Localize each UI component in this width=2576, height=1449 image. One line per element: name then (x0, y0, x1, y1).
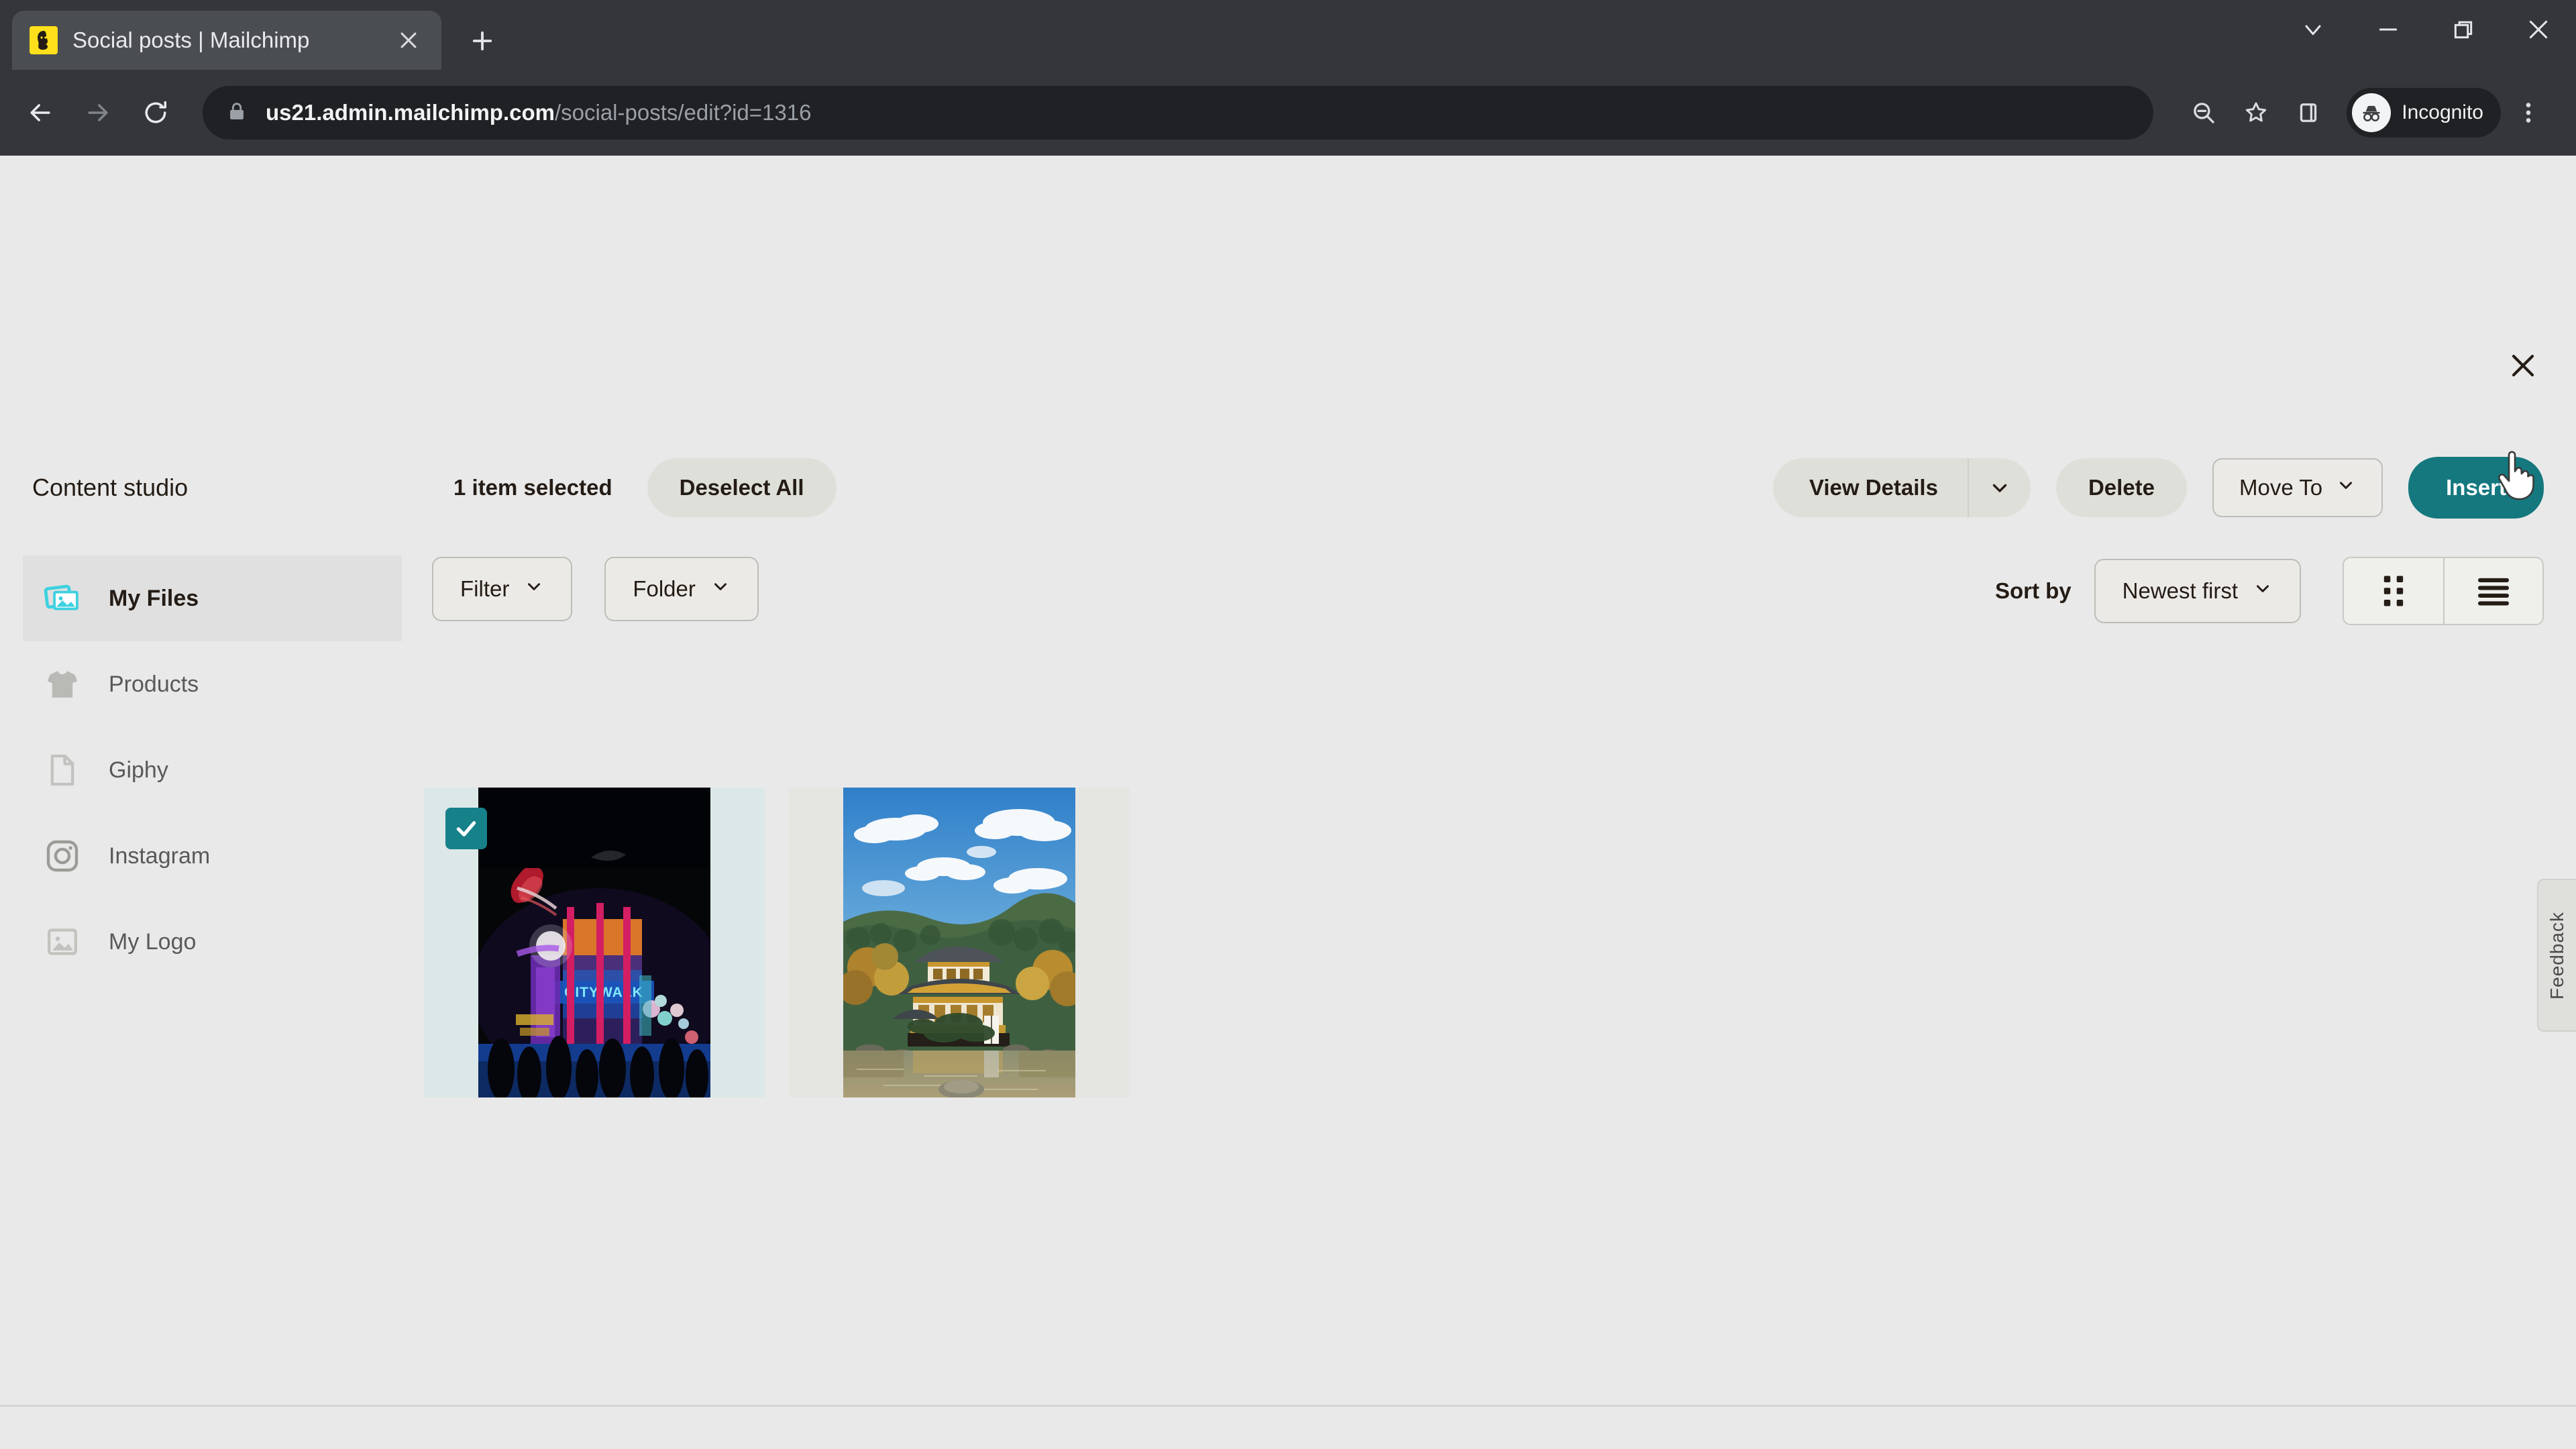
folder-dropdown[interactable]: Folder (604, 557, 759, 621)
sidebar-item-giphy[interactable]: Giphy (23, 727, 402, 813)
bottom-divider (0, 1405, 2576, 1407)
tab-title: Social posts | Mailchimp (72, 28, 310, 52)
sidebar-item-my-logo[interactable]: My Logo (23, 899, 402, 985)
menu-kebab-icon[interactable] (2504, 88, 2553, 138)
feedback-label: Feedback (2546, 911, 2567, 1000)
page-title: Content studio (32, 474, 189, 501)
sort-value-label: Newest first (2122, 578, 2238, 603)
move-to-chevron-down-icon (2336, 475, 2356, 500)
minimize-button[interactable] (2351, 0, 2426, 59)
sort-and-view-controls: Sort by Newest first (1995, 557, 2544, 625)
asset-thumbnail (843, 788, 1075, 1097)
feedback-tab[interactable]: Feedback (2537, 879, 2576, 1032)
side-panel-icon[interactable] (2284, 88, 2333, 138)
sidebar-item-label: Products (109, 671, 199, 697)
close-window-button[interactable] (2501, 0, 2576, 59)
restore-button[interactable] (2426, 0, 2501, 59)
modal-close-icon[interactable] (2502, 345, 2544, 386)
tab-strip: Social posts | Mailchimp (0, 0, 2576, 70)
reload-button[interactable] (130, 87, 181, 138)
sidebar-item-label: Instagram (109, 843, 211, 869)
move-to-button[interactable]: Move To (2212, 458, 2383, 517)
asset-tile-citywalk-night-photo[interactable]: CITYWALK (424, 788, 765, 1097)
address-bar[interactable]: us21.admin.mailchimp.com/social-posts/ed… (203, 86, 2154, 140)
browser-tab[interactable]: Social posts | Mailchimp (12, 11, 441, 70)
asset-tile-golden-pavilion-photo[interactable] (789, 788, 1130, 1097)
selected-check-icon[interactable] (445, 808, 487, 849)
sidebar-item-my-files[interactable]: My Files (23, 555, 402, 641)
incognito-icon (2352, 93, 2392, 132)
sidebar-item-label: My Logo (109, 928, 197, 955)
content-toolbar: Filter Folder Sort by Newest first (432, 557, 2544, 625)
sidebar-item-products[interactable]: Products (23, 641, 402, 727)
browser-chrome: Social posts | Mailchimp us21.admin.mail… (0, 0, 2576, 156)
lock-icon (225, 100, 248, 126)
new-tab-button[interactable] (460, 19, 504, 63)
document-icon (42, 749, 83, 791)
incognito-indicator[interactable]: Incognito (2347, 88, 2501, 138)
mailchimp-favicon (30, 26, 58, 54)
delete-button[interactable]: Delete (2055, 458, 2187, 517)
move-to-label: Move To (2239, 475, 2323, 500)
modal-header: Content studio 1 item selected Deselect … (0, 451, 2576, 525)
image-frame-icon (42, 921, 83, 963)
view-details-button[interactable]: View Details (1773, 458, 1968, 517)
photos-stack-icon (42, 578, 83, 619)
filter-dropdown[interactable]: Filter (432, 557, 573, 621)
toolbar-actions: Incognito (2179, 88, 2553, 138)
filter-label: Filter (460, 576, 510, 601)
view-mode-toggle (2343, 557, 2544, 625)
sidebar-item-label: Giphy (109, 757, 168, 783)
asset-thumbnail: CITYWALK (478, 788, 710, 1097)
incognito-label: Incognito (2402, 101, 2483, 123)
window-controls (2275, 0, 2576, 59)
forward-button[interactable] (72, 87, 123, 138)
content-studio-modal: Content studio 1 item selected Deselect … (0, 156, 2576, 1449)
grid-view-icon[interactable] (2344, 558, 2443, 624)
url-text: us21.admin.mailchimp.com/social-posts/ed… (266, 100, 811, 125)
modal-actions: View Details Delete Move To Insert (1772, 457, 2544, 519)
view-details-chevron-down-icon[interactable] (1967, 458, 2031, 517)
sidebar-item-instagram[interactable]: Instagram (23, 813, 402, 899)
asset-grid: CITYWALK (424, 788, 1130, 1097)
sort-chevron-down-icon (2253, 578, 2273, 604)
selected-count-label: 1 item selected (453, 475, 612, 500)
instagram-camera-icon (42, 835, 83, 877)
url-path: /social-posts/edit?id=1316 (554, 100, 812, 125)
url-domain: us21.admin.mailchimp.com (266, 100, 555, 125)
zoom-out-icon[interactable] (2179, 88, 2229, 138)
sidebar-item-label: My Files (109, 585, 199, 611)
selection-group: 1 item selected Deselect All (453, 458, 837, 517)
view-details-split-button: View Details (1772, 458, 2031, 517)
tab-close-icon[interactable] (393, 25, 424, 56)
filter-chevron-down-icon (524, 576, 544, 602)
insert-button[interactable]: Insert (2408, 457, 2544, 519)
sort-by-label: Sort by (1994, 578, 2072, 603)
list-view-icon[interactable] (2443, 558, 2542, 624)
content-studio-sidebar: My Files Products Giphy Instagram My Log… (23, 555, 402, 985)
folder-label: Folder (633, 576, 696, 601)
folder-chevron-down-icon (710, 576, 731, 602)
browser-toolbar: us21.admin.mailchimp.com/social-posts/ed… (0, 70, 2576, 156)
sort-dropdown[interactable]: Newest first (2094, 559, 2301, 623)
bookmark-star-icon[interactable] (2231, 88, 2281, 138)
tshirt-icon (42, 663, 83, 705)
back-button[interactable] (15, 87, 66, 138)
tab-search-button[interactable] (2275, 0, 2351, 59)
deselect-all-button[interactable]: Deselect All (647, 458, 837, 517)
